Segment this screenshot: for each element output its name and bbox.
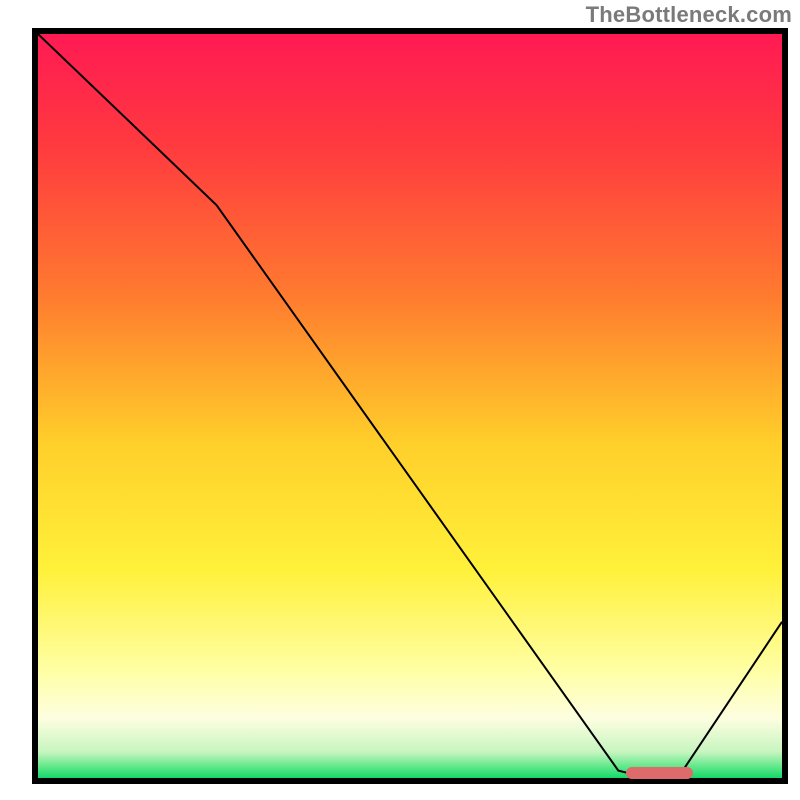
chart-container: TheBottleneck.com xyxy=(0,0,800,800)
plot-frame xyxy=(32,28,788,784)
line-series xyxy=(38,34,782,778)
plot-area xyxy=(38,34,782,778)
attribution-text: TheBottleneck.com xyxy=(586,2,792,28)
minimum-marker xyxy=(626,767,693,779)
